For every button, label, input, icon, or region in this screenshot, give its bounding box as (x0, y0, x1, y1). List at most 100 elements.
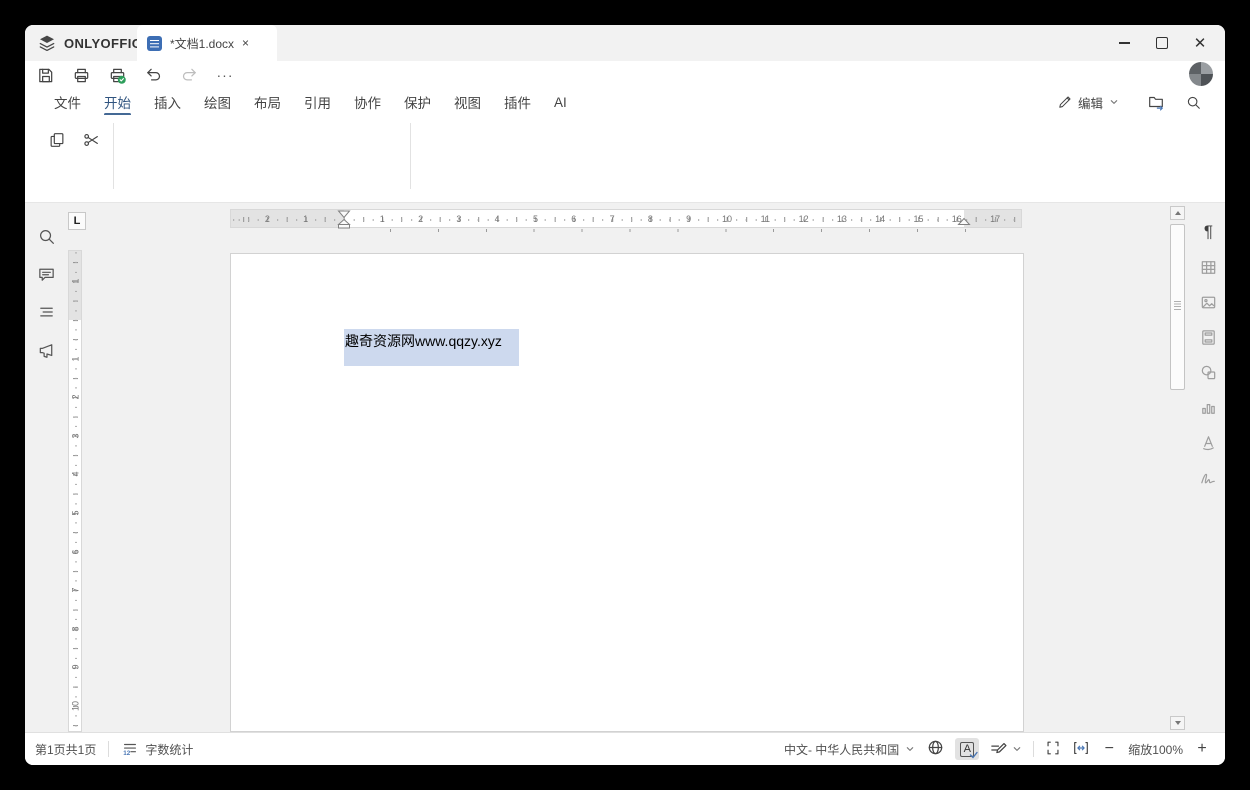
redo-button[interactable] (176, 62, 202, 88)
text-art-icon (1203, 435, 1214, 450)
ruler-number: 6 (70, 549, 81, 555)
ruler-number: 9 (686, 214, 692, 224)
scrollbar-thumb[interactable] (1170, 224, 1185, 390)
search-icon (1187, 96, 1200, 109)
chart-icon (1202, 403, 1215, 414)
svg-text:12: 12 (124, 750, 132, 757)
chart-settings-button[interactable] (1196, 394, 1222, 420)
document-tab[interactable]: *文档1.docx × (137, 25, 277, 61)
language-label: 中文- 中华人民共和国 (783, 742, 900, 757)
save-icon (38, 68, 52, 82)
text-art-settings-button[interactable] (1196, 429, 1222, 455)
document-tab-label: *文档1.docx (170, 36, 235, 51)
status-right: 中文- 中华人民共和国 A − 缩放100% + (784, 733, 1211, 765)
fit-page-button[interactable] (1044, 739, 1062, 760)
close-tab-icon[interactable]: × (242, 36, 267, 50)
text-selection: 趣奇资源网www.qqzy.xyz (344, 329, 519, 366)
comments-button[interactable] (33, 261, 59, 287)
window-controls: ✕ (1105, 25, 1219, 61)
check-icon (970, 751, 978, 759)
language-selector[interactable]: 中文- 中华人民共和国 (784, 736, 916, 762)
close-button[interactable]: ✕ (1181, 25, 1219, 61)
feedback-button[interactable] (33, 337, 59, 363)
spell-check-button[interactable]: A (955, 738, 980, 760)
copy-icon (50, 133, 64, 147)
onlyoffice-logo-icon (39, 35, 55, 52)
horizontal-ruler[interactable]: 1 2 1 2 3 4 5 6 7 8 9 10 11 12 13 14 15 16 17 (230, 209, 1022, 229)
set-language-button[interactable] (926, 738, 945, 760)
tab-references[interactable]: 引用 (304, 92, 331, 112)
header-footer-icon (1202, 329, 1215, 345)
word-count-label: 字数统计 (145, 742, 194, 757)
zoom-in-button[interactable]: + (1193, 740, 1211, 758)
edit-mode-group: 编辑 (1057, 89, 1206, 115)
folder-open-icon (1149, 96, 1163, 111)
tab-protection[interactable]: 保护 (404, 92, 431, 112)
scroll-down-button[interactable] (1170, 716, 1185, 730)
ruler-number: 7 (609, 214, 615, 224)
shape-settings-button[interactable] (1196, 359, 1222, 385)
document-icon (147, 35, 162, 51)
header-bar: ONLYOFFICE *文档1.docx × ✕ (25, 25, 1225, 61)
tab-view[interactable]: 视图 (454, 92, 481, 112)
cut-button[interactable] (78, 127, 104, 153)
page-number-status[interactable]: 第1页共1页 (35, 741, 96, 758)
ribbon-separator (410, 123, 411, 189)
pencil-icon (1059, 96, 1071, 108)
undo-button[interactable] (140, 62, 166, 88)
quick-print-button[interactable] (104, 62, 130, 88)
status-bar: 第1页共1页 12 字数统计 中文- 中华人民共和国 A − 缩放100% + (25, 732, 1225, 765)
ruler-number: 14 (875, 214, 886, 224)
default-tab-stops (390, 229, 966, 232)
document-page[interactable]: 趣奇资源网www.qqzy.xyz (230, 253, 1024, 732)
track-changes-button[interactable] (989, 736, 1023, 762)
ruler-number: 8 (70, 626, 81, 632)
ruler-number: 4 (494, 214, 500, 224)
tab-file[interactable]: 文件 (54, 92, 81, 112)
vertical-ruler[interactable]: 1 1 2 3 4 5 6 7 8 9 10 (68, 250, 82, 732)
tab-layout[interactable]: 布局 (254, 92, 281, 112)
maximize-icon (1156, 37, 1168, 49)
fit-width-button[interactable] (1072, 739, 1090, 760)
zoom-value[interactable]: 缩放100% (1128, 741, 1183, 758)
tab-ai[interactable]: AI (554, 95, 567, 110)
save-button[interactable] (32, 62, 58, 88)
edit-mode-button[interactable]: 编辑 (1057, 89, 1120, 115)
maximize-button[interactable] (1143, 25, 1181, 61)
print-button[interactable] (68, 62, 94, 88)
menu-tabs: 文件 开始 插入 绘图 布局 引用 协作 保护 视图 插件 AI (54, 89, 567, 116)
open-file-location-button[interactable] (1143, 89, 1169, 115)
right-panel: ¶ (1192, 219, 1225, 490)
signature-icon (1201, 473, 1215, 483)
avatar[interactable] (1189, 62, 1213, 86)
zoom-out-button[interactable]: − (1100, 740, 1118, 758)
table-settings-button[interactable] (1196, 254, 1222, 280)
indent-markers-icon[interactable] (337, 210, 351, 229)
word-count-button[interactable]: 12 字数统计 (121, 740, 194, 758)
tab-collaboration[interactable]: 协作 (354, 92, 381, 112)
right-indent-marker-icon[interactable] (957, 210, 971, 229)
minimize-button[interactable] (1105, 25, 1143, 61)
navigation-button[interactable] (33, 299, 59, 325)
ruler-number: 5 (532, 214, 539, 224)
copy-button[interactable] (44, 127, 70, 153)
divider (108, 741, 110, 757)
tab-draw[interactable]: 绘图 (204, 92, 231, 112)
ruler-number: 1 (70, 278, 81, 284)
image-settings-button[interactable] (1196, 289, 1222, 315)
search-button[interactable] (1180, 89, 1206, 115)
tab-plugins[interactable]: 插件 (504, 92, 531, 112)
signature-settings-button[interactable] (1196, 464, 1222, 490)
tab-home[interactable]: 开始 (104, 92, 131, 116)
paragraph-settings-icon: ¶ (1203, 222, 1214, 241)
header-footer-settings-button[interactable] (1196, 324, 1222, 350)
more-actions-button[interactable]: ··· (212, 62, 238, 88)
brand: ONLYOFFICE (37, 25, 151, 61)
tab-stop-selector[interactable]: L (68, 212, 86, 230)
tab-insert[interactable]: 插入 (154, 92, 181, 112)
scroll-up-button[interactable] (1170, 206, 1185, 220)
ruler-number: 15 (913, 214, 924, 224)
find-button[interactable] (33, 223, 59, 249)
paragraph-settings-button[interactable]: ¶ (1196, 219, 1222, 245)
headings-icon (39, 307, 53, 316)
